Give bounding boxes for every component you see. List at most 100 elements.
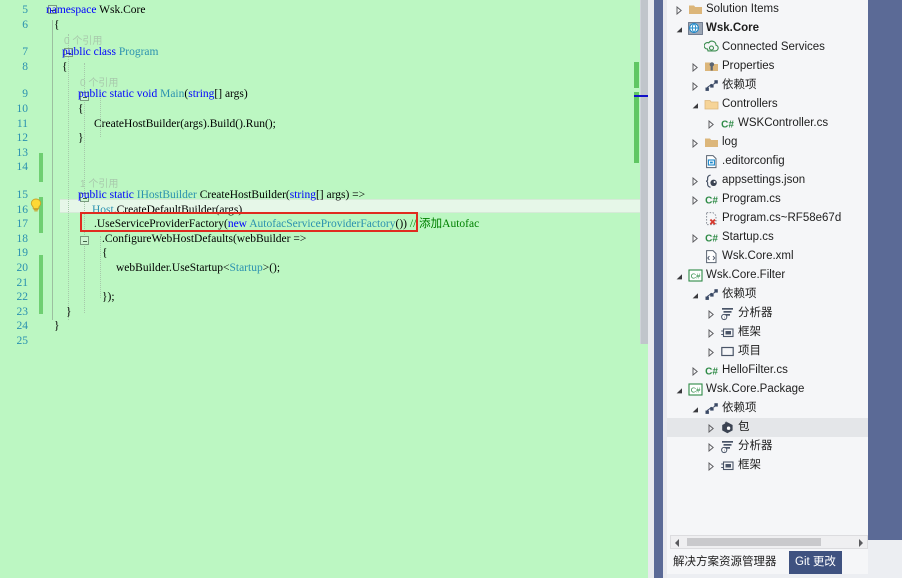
tree-item-[interactable]: 依赖项 <box>667 285 872 304</box>
code-text[interactable]: } <box>54 319 60 334</box>
code-text[interactable]: { <box>54 18 60 33</box>
editor-scrollbar-thumb[interactable] <box>641 0 648 344</box>
code-text[interactable]: } <box>78 131 84 146</box>
tree-item-[interactable]: 依赖项 <box>667 76 872 95</box>
code-text[interactable]: public static IHostBuilder CreateHostBui… <box>78 188 365 203</box>
code-line[interactable]: 17 .UseServiceProviderFactory(new Autofac… <box>0 217 648 232</box>
code-line[interactable]: 18 .ConfigureWebHostDefaults(webBuilder =… <box>0 232 648 247</box>
chevron-right-icon[interactable] <box>689 228 700 247</box>
tree-item-startup.cs[interactable]: C# Startup.cs <box>667 228 872 247</box>
tree-item-[interactable]: 框架 <box>667 323 872 342</box>
code-line[interactable]: 20 webBuilder.UseStartup<Startup>(); <box>0 261 648 276</box>
scroll-left-arrow-icon[interactable] <box>671 536 684 548</box>
code-line[interactable]: 10 { <box>0 102 648 117</box>
code-line[interactable]: 9 public static void Main(string[] args) <box>0 87 648 102</box>
tab-git-changes[interactable]: Git 更改 <box>789 551 842 574</box>
chevron-down-icon[interactable] <box>673 380 684 399</box>
chevron-right-icon[interactable] <box>689 361 700 380</box>
code-line[interactable]: 14 <box>0 160 648 175</box>
tree-item-.editorconfig[interactable]: .editorconfig <box>667 152 872 171</box>
chevron-right-icon[interactable] <box>705 342 716 361</box>
chevron-down-icon[interactable] <box>673 266 684 285</box>
chevron-right-icon[interactable] <box>673 0 684 19</box>
code-text[interactable]: CreateHostBuilder(args).Build().Run(); <box>94 117 276 132</box>
chevron-right-icon[interactable] <box>689 171 700 190</box>
code-line[interactable]: 23} <box>0 305 648 320</box>
tree-item-label: Wsk.Core <box>706 22 760 34</box>
code-line[interactable]: 24} <box>0 319 648 334</box>
tree-item-appsettings.json[interactable]: appsettings.json <box>667 171 872 190</box>
tree-item-controllers[interactable]: Controllers <box>667 95 872 114</box>
tree-item-[interactable]: 包 <box>667 418 872 437</box>
tab-solution-explorer[interactable]: 解决方案资源管理器 <box>667 551 783 574</box>
tree-item-program.cs-rf58e67d[interactable]: Program.cs~RF58e67d <box>667 209 872 228</box>
code-line[interactable]: 8{ <box>0 60 648 75</box>
tree-item-wsk.core.filter[interactable]: C# Wsk.Core.Filter <box>667 266 872 285</box>
code-editor[interactable]: 5 namespace Wsk.Core 6{0 个引用 7 public class … <box>0 0 648 578</box>
chevron-down-icon[interactable] <box>689 399 700 418</box>
chevron-right-icon[interactable] <box>705 418 716 437</box>
code-text[interactable]: public class Program <box>62 45 158 60</box>
tree-item-wsk.core.xml[interactable]: Wsk.Core.xml <box>667 247 872 266</box>
tree-item-hellofilter.cs[interactable]: C# HelloFilter.cs <box>667 361 872 380</box>
code-text[interactable]: { <box>62 60 68 75</box>
tree-horizontal-scrollbar[interactable] <box>670 535 868 549</box>
tree-item-label: 项目 <box>738 345 761 357</box>
chevron-right-icon[interactable] <box>705 437 716 456</box>
code-line[interactable]: 21 <box>0 276 648 291</box>
code-line[interactable]: 13 <box>0 146 648 161</box>
code-line[interactable]: 6{ <box>0 18 648 33</box>
scroll-right-arrow-icon[interactable] <box>854 536 867 548</box>
csharp-file-icon: C# <box>704 192 719 207</box>
solution-explorer-panel[interactable]: Solution Items Wsk.Core Connected Services… <box>667 0 902 578</box>
panel-divider[interactable] <box>654 0 663 578</box>
csharp-file-icon: C# <box>704 363 719 378</box>
tree-item-log[interactable]: log <box>667 133 872 152</box>
code-text[interactable]: Host.CreateDefaultBuilder(args) <box>92 203 242 218</box>
chevron-down-icon[interactable] <box>673 19 684 38</box>
chevron-right-icon[interactable] <box>705 323 716 342</box>
code-line[interactable]: 7 public class Program <box>0 45 648 60</box>
code-text[interactable]: webBuilder.UseStartup<Startup>(); <box>116 261 280 276</box>
code-text[interactable]: .UseServiceProviderFactory(new AutofacSe… <box>94 217 479 232</box>
chevron-down-icon[interactable] <box>689 95 700 114</box>
tree-item-properties[interactable]: Properties <box>667 57 872 76</box>
code-text[interactable]: public static void Main(string[] args) <box>78 87 248 102</box>
tree-item-program.cs[interactable]: C# Program.cs <box>667 190 872 209</box>
code-line[interactable]: 12} <box>0 131 648 146</box>
tree-item-wsk.core[interactable]: Wsk.Core <box>667 19 872 38</box>
chevron-right-icon[interactable] <box>689 190 700 209</box>
solution-tree[interactable]: Solution Items Wsk.Core Connected Services… <box>667 0 872 530</box>
code-text[interactable]: { <box>102 246 108 261</box>
chevron-right-icon[interactable] <box>689 57 700 76</box>
code-text[interactable]: .ConfigureWebHostDefaults(webBuilder => <box>102 232 306 247</box>
tree-item-wsk.core.package[interactable]: C# Wsk.Core.Package <box>667 380 872 399</box>
chevron-right-icon[interactable] <box>705 304 716 323</box>
code-line[interactable]: 16 Host.CreateDefaultBuilder(args) <box>0 203 648 218</box>
tree-item-[interactable]: 依赖项 <box>667 399 872 418</box>
tree-item-[interactable]: i 分析器 <box>667 437 872 456</box>
tree-scrollbar-thumb[interactable] <box>687 538 821 546</box>
code-text[interactable]: } <box>66 305 72 320</box>
code-line[interactable]: 22}); <box>0 290 648 305</box>
code-text[interactable]: { <box>78 102 84 117</box>
tree-item-solution-items[interactable]: Solution Items <box>667 0 872 19</box>
tree-item-[interactable]: i 分析器 <box>667 304 872 323</box>
code-line[interactable]: 15 public static IHostBuilder CreateHostB… <box>0 188 648 203</box>
chevron-right-icon[interactable] <box>705 114 716 133</box>
code-line[interactable]: 25 <box>0 334 648 349</box>
tree-item-wskcontroller.cs[interactable]: C# WSKController.cs <box>667 114 872 133</box>
code-line[interactable]: 19 { <box>0 246 648 261</box>
tree-item-[interactable]: 项目 <box>667 342 872 361</box>
chevron-right-icon[interactable] <box>705 456 716 475</box>
chevron-right-icon[interactable] <box>689 133 700 152</box>
chevron-down-icon[interactable] <box>689 285 700 304</box>
chevron-right-icon[interactable] <box>689 76 700 95</box>
tree-item-label: 框架 <box>738 459 761 471</box>
code-text[interactable]: }); <box>102 290 115 305</box>
tree-item-[interactable]: 框架 <box>667 456 872 475</box>
tree-item-connected-services[interactable]: Connected Services <box>667 38 872 57</box>
code-text[interactable]: namespace Wsk.Core <box>46 3 145 18</box>
code-line[interactable]: 5 namespace Wsk.Core <box>0 3 648 18</box>
code-line[interactable]: 11 CreateHostBuilder(args).Build().Run(); <box>0 117 648 132</box>
